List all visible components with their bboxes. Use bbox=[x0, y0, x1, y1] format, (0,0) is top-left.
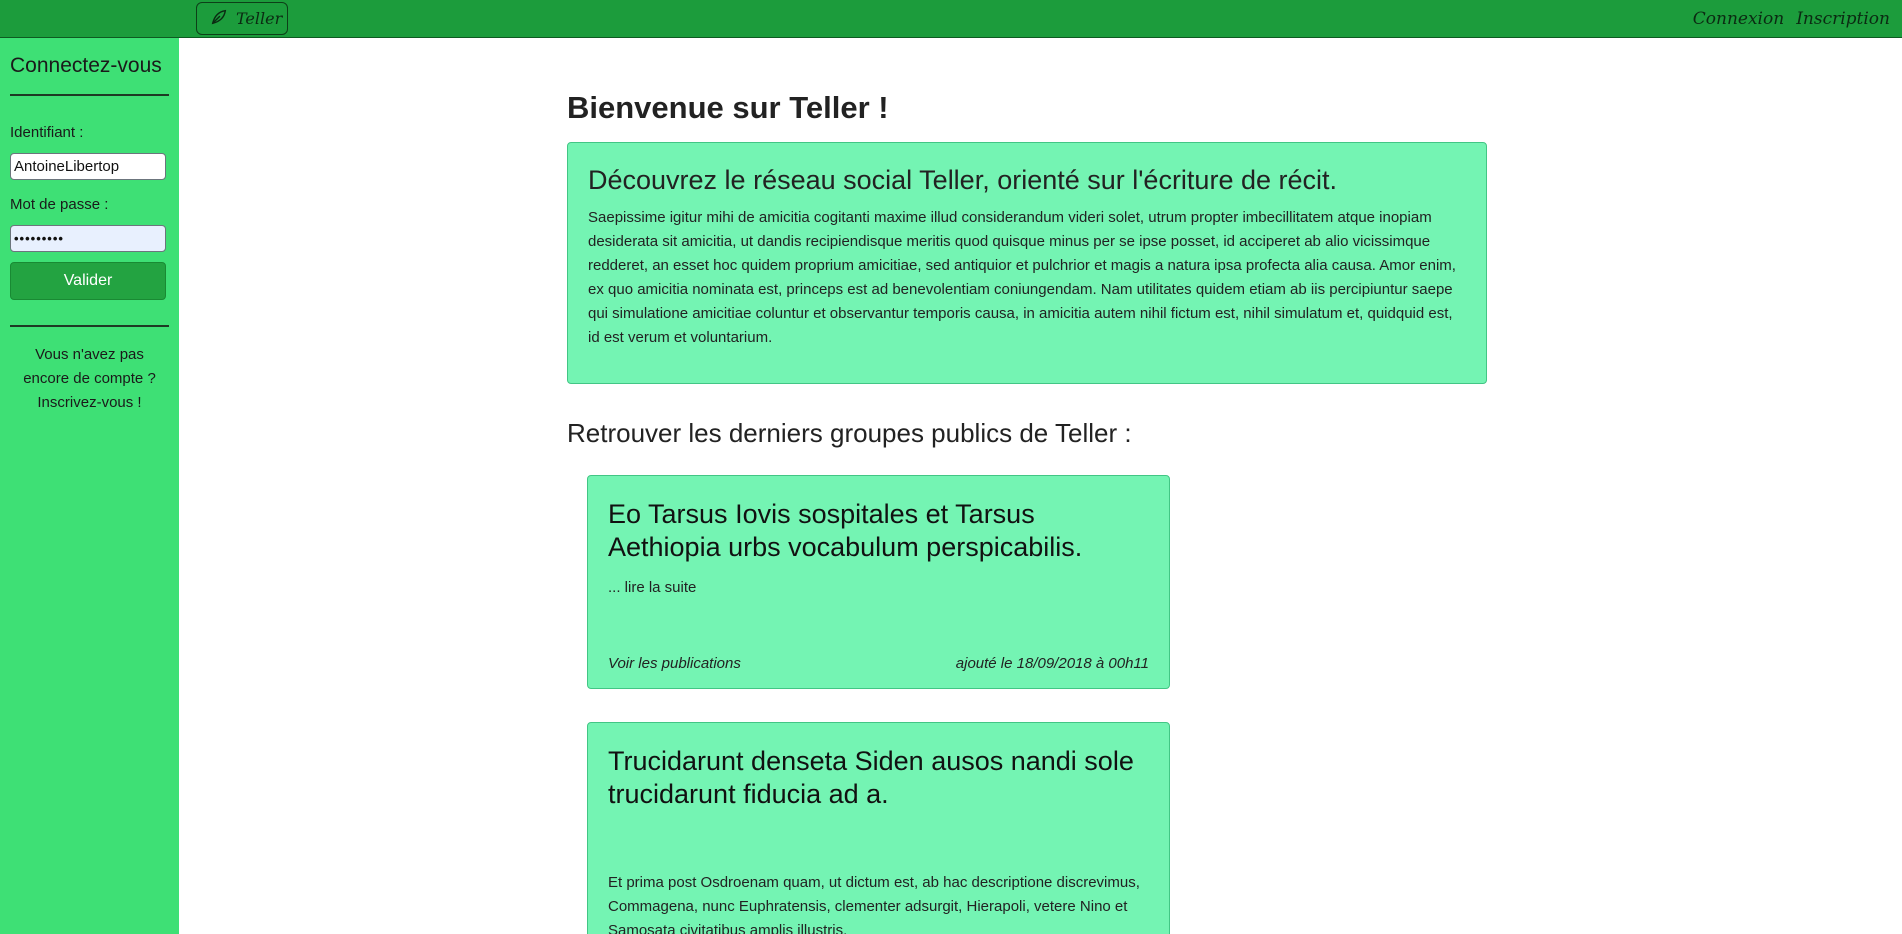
login-link[interactable]: Connexion bbox=[1693, 9, 1784, 29]
username-input[interactable] bbox=[10, 153, 166, 180]
username-label: Identifiant : bbox=[10, 124, 84, 141]
intro-body: Saepissime igitur mihi de amicitia cogit… bbox=[588, 209, 1456, 346]
main-content: Bienvenue sur Teller ! Découvrez le rése… bbox=[567, 38, 1487, 934]
brand-label: Teller bbox=[236, 9, 283, 28]
top-navbar: Teller Connexion Inscription bbox=[0, 0, 1902, 38]
signup-link[interactable]: Inscrivez-vous ! bbox=[37, 394, 141, 411]
intro-heading: Découvrez le réseau social Teller, orien… bbox=[588, 165, 1337, 195]
top-nav-links: Connexion Inscription bbox=[1693, 0, 1890, 38]
view-publications-link[interactable]: Voir les publications bbox=[608, 655, 741, 672]
group-card-footer: Voir les publications ajouté le 18/09/20… bbox=[608, 655, 1149, 672]
read-more-link[interactable]: ... lire la suite bbox=[608, 576, 1149, 600]
sidebar-title: Connectez-vous bbox=[10, 54, 162, 77]
submit-button[interactable]: Valider bbox=[10, 262, 166, 300]
brand-button[interactable]: Teller bbox=[196, 2, 288, 35]
intro-card: Découvrez le réseau social Teller, orien… bbox=[567, 142, 1487, 384]
leaf-icon bbox=[210, 8, 228, 30]
password-label: Mot de passe : bbox=[10, 196, 109, 213]
no-account-note: Vous n'avez pas encore de compte ? Inscr… bbox=[10, 343, 169, 415]
sidebar-divider-lower bbox=[10, 325, 169, 327]
password-input[interactable] bbox=[10, 225, 166, 252]
group-title: Trucidarunt denseta Siden ausos nandi so… bbox=[608, 746, 1134, 809]
no-account-text: Vous n'avez pas encore de compte ? bbox=[23, 346, 156, 387]
signup-nav-link[interactable]: Inscription bbox=[1796, 9, 1890, 29]
group-date: ajouté le 18/09/2018 à 00h11 bbox=[955, 655, 1149, 672]
group-card: Eo Tarsus Iovis sospitales et Tarsus Aet… bbox=[587, 475, 1170, 689]
groups-heading: Retrouver les derniers groupes publics d… bbox=[567, 418, 1132, 448]
group-card: Trucidarunt denseta Siden ausos nandi so… bbox=[587, 722, 1170, 934]
login-sidebar: Connectez-vous Identifiant : Mot de pass… bbox=[0, 38, 179, 934]
page-title: Bienvenue sur Teller ! bbox=[567, 90, 889, 125]
group-title: Eo Tarsus Iovis sospitales et Tarsus Aet… bbox=[608, 499, 1083, 562]
sidebar-divider bbox=[10, 94, 169, 96]
group-excerpt: Et prima post Osdroenam quam, ut dictum … bbox=[608, 874, 1140, 934]
